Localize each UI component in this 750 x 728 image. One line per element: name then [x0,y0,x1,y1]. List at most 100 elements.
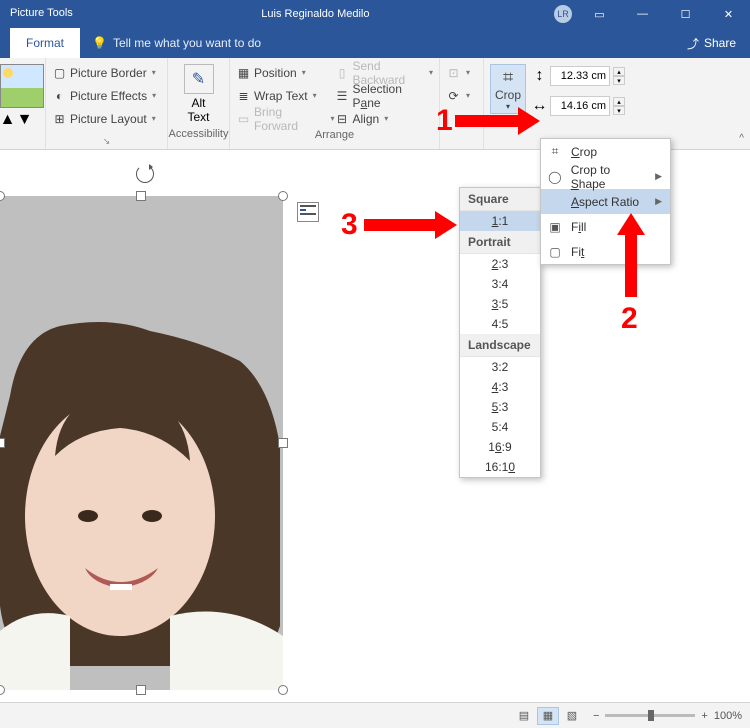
view-read[interactable]: ▤ [513,707,535,725]
tell-me[interactable]: 💡 Tell me what you want to do [80,28,273,58]
bring-forward: ▭Bring Forward▾ [236,108,335,129]
annotation-2: 2 [621,302,638,336]
effects-icon: ◐ [52,88,67,103]
close-button[interactable]: ✕ [707,0,750,28]
selection-icon: ☰ [335,88,350,103]
resize-handle[interactable] [278,438,288,448]
aspect-ratio-menu: Square 1:1 Portrait 2:3 3:4 3:5 4:5 Land… [459,187,541,478]
share-button[interactable]: ⤴ Share [673,28,750,58]
menu-aspect-ratio[interactable]: Aspect Ratio▶ [541,189,670,214]
ar-3-2[interactable]: 3:2 [460,357,540,377]
rotate-handle-icon[interactable] [136,165,154,183]
layout-options-icon[interactable] [297,202,319,222]
group-arrange: Arrange [236,129,433,143]
avatar-initials: LR [554,5,572,23]
share-label: Share [704,36,736,50]
height-field[interactable]: ↕ ▴▾ [532,64,625,88]
spin-up[interactable]: ▴ [613,67,625,76]
picture-border[interactable]: ▢Picture Border▾ [52,62,161,83]
height-icon: ↕ [532,69,547,84]
annotation-1: 1 [436,104,453,138]
ribbon-display-options[interactable]: ▭ [578,0,621,28]
spin-down[interactable]: ▾ [613,76,625,85]
ar-4-5[interactable]: 4:5 [460,314,540,334]
menu-fill[interactable]: ▣Fill [541,214,670,239]
picture-tools-label: Picture Tools [0,0,83,28]
spin-down[interactable]: ▾ [613,106,625,115]
picture-layout[interactable]: ⊞Picture Layout▾ [52,108,161,129]
minimize-button[interactable]: — [621,0,664,28]
title-bar: Picture Tools Luis Reginaldo Medilo LR ▭… [0,0,750,28]
selection-pane[interactable]: ☰Selection Pane [335,85,434,106]
position[interactable]: ▦Position▾ [236,62,335,83]
resize-handle[interactable] [136,685,146,695]
photo-illustration [0,196,283,690]
view-print[interactable]: ▦ [537,707,559,725]
share-icon: ⤴ [687,35,699,52]
group-icon: ⊡ [446,65,461,80]
backward-icon: ▯ [335,65,350,80]
maximize-button[interactable]: ☐ [664,0,707,28]
menu-crop-to-shape[interactable]: ◯Crop to Shape▶ [541,164,670,189]
crop-dropdown: ⌗Crop ◯Crop to Shape▶ Aspect Ratio▶ ▣Fil… [540,138,671,265]
arrow-1 [455,115,520,127]
dialog-launcher-icon[interactable]: ↘ [103,136,111,147]
ar-5-4[interactable]: 5:4 [460,417,540,437]
tab-format[interactable]: Format [10,28,80,58]
align[interactable]: ⊟Align▾ [335,108,434,129]
ar-5-3[interactable]: 5:3 [460,397,540,417]
zoom-slider[interactable] [605,714,695,717]
border-icon: ▢ [52,65,67,80]
align-icon: ⊟ [335,111,350,126]
rotate-icon: ⟳ [446,88,461,103]
ar-4-3[interactable]: 4:3 [460,377,540,397]
view-web[interactable]: ▧ [561,707,583,725]
ar-1-1[interactable]: 1:1 [460,211,540,231]
user-avatar[interactable]: LR [548,5,578,23]
forward-icon: ▭ [236,111,251,126]
crop-icon: ⌗ [503,67,513,88]
annotation-3: 3 [341,208,358,242]
tab-row: Format 💡 Tell me what you want to do ⤴ S… [0,28,750,58]
resize-handle[interactable] [136,191,146,201]
chevron-down-icon: ▾ [506,102,510,111]
picture-effects[interactable]: ◐Picture Effects▾ [52,85,161,106]
ar-16-10[interactable]: 16:10 [460,457,540,477]
layout-icon: ⊞ [52,111,67,126]
resize-handle[interactable] [0,685,5,695]
ar-3-5[interactable]: 3:5 [460,294,540,314]
resize-handle[interactable] [278,191,288,201]
rotate-button[interactable]: ⟳▾ [446,85,477,106]
alt-text-button[interactable]: ✎ Alt Text [174,60,223,128]
zoom-out[interactable]: − [593,710,599,722]
menu-fit[interactable]: ▢Fit [541,239,670,264]
status-bar: ▤ ▦ ▧ − + 100% [0,702,750,728]
fit-icon: ▢ [547,245,563,259]
width-field[interactable]: ↔ ▴▾ [532,94,625,118]
style-thumbnail[interactable] [0,64,44,108]
chevron-right-icon: ▶ [655,171,662,182]
fill-icon: ▣ [547,220,563,234]
style-scroll-down[interactable]: ▼ [17,112,32,127]
resize-handle[interactable] [0,438,5,448]
spin-up[interactable]: ▴ [613,97,625,106]
height-input[interactable] [550,66,610,86]
send-backward: ▯Send Backward▾ [335,62,434,83]
ar-header-square: Square [460,188,540,211]
ribbon: ▲ ▼ ▢Picture Border▾ ◐Picture Effects▾ ⊞… [0,58,750,150]
style-scroll-up[interactable]: ▲ [0,112,15,127]
ar-2-3[interactable]: 2:3 [460,254,540,274]
ar-header-portrait: Portrait [460,231,540,254]
zoom-value[interactable]: 100% [714,710,742,722]
selected-picture[interactable] [0,196,283,690]
ar-3-4[interactable]: 3:4 [460,274,540,294]
ar-16-9[interactable]: 16:9 [460,437,540,457]
width-input[interactable] [550,96,610,116]
zoom-in[interactable]: + [701,710,707,722]
resize-handle[interactable] [278,685,288,695]
collapse-ribbon-icon[interactable]: ^ [739,133,744,144]
wrap-icon: ≣ [236,88,251,103]
menu-crop[interactable]: ⌗Crop [541,139,670,164]
wrap-text[interactable]: ≣Wrap Text▾ [236,85,335,106]
group-button: ⊡▾ [446,62,477,83]
